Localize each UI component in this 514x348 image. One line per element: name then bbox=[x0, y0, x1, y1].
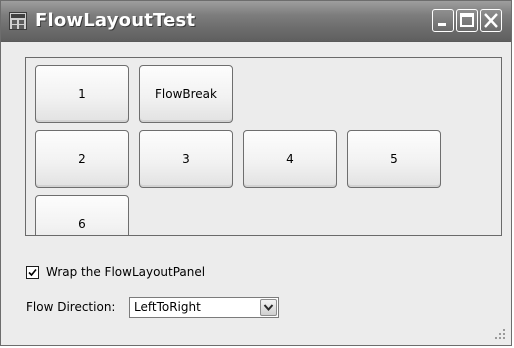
resize-grip-icon[interactable] bbox=[494, 328, 506, 340]
wrap-checkbox[interactable] bbox=[26, 265, 39, 279]
window-title: FlowLayoutTest bbox=[35, 10, 196, 31]
minimize-icon bbox=[438, 23, 446, 26]
checkmark-icon bbox=[28, 268, 37, 276]
maximize-icon bbox=[460, 13, 474, 27]
close-icon bbox=[484, 13, 498, 28]
button-2[interactable]: 2 bbox=[35, 130, 129, 188]
wrap-checkbox-label[interactable]: Wrap the FlowLayoutPanel bbox=[46, 265, 205, 279]
wrap-checkbox-row[interactable]: Wrap the FlowLayoutPanel bbox=[26, 264, 205, 280]
app-window: FlowLayoutTest 1 FlowBreak 2 3 4 5 6 Wra… bbox=[0, 0, 512, 346]
title-bar[interactable]: FlowLayoutTest bbox=[1, 1, 511, 42]
app-icon[interactable] bbox=[9, 12, 27, 30]
dropdown-button[interactable] bbox=[260, 299, 277, 316]
chevron-down-icon bbox=[263, 304, 274, 312]
flow-direction-label: Flow Direction: bbox=[26, 300, 116, 314]
flow-layout-panel: 1 FlowBreak 2 3 4 5 6 bbox=[25, 57, 502, 236]
button-4[interactable]: 4 bbox=[243, 130, 337, 188]
flow-direction-select[interactable]: LeftToRight bbox=[129, 297, 279, 318]
maximize-button[interactable] bbox=[456, 9, 478, 32]
minimize-button[interactable] bbox=[432, 9, 454, 32]
button-5[interactable]: 5 bbox=[347, 130, 441, 188]
client-area: 1 FlowBreak 2 3 4 5 6 Wrap the FlowLayou… bbox=[4, 43, 508, 342]
button-3[interactable]: 3 bbox=[139, 130, 233, 188]
flow-direction-value: LeftToRight bbox=[134, 300, 201, 314]
button-6[interactable]: 6 bbox=[35, 195, 129, 235]
button-1[interactable]: 1 bbox=[35, 65, 129, 123]
flowbreak-button[interactable]: FlowBreak bbox=[139, 65, 233, 123]
close-button[interactable] bbox=[480, 9, 502, 32]
